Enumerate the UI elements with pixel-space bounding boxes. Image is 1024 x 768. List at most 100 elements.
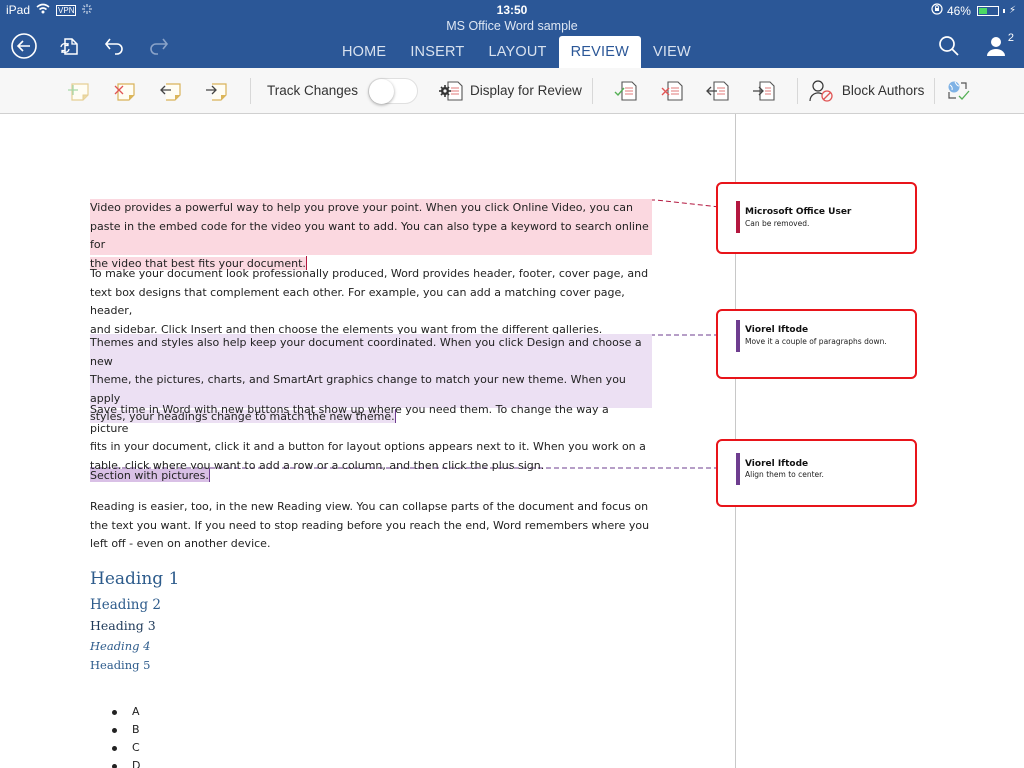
sync-button[interactable] xyxy=(55,32,83,60)
bullet-item[interactable]: B xyxy=(112,721,140,739)
status-right: 46% ⚡ xyxy=(931,3,1016,18)
paragraph-commented-3[interactable]: Section with pictures. xyxy=(90,467,650,486)
accept-change-icon xyxy=(614,80,637,101)
heading-4[interactable]: Heading 4 xyxy=(90,639,150,653)
title-bar: iPad VPN 13:50 46% ⚡ MS Office Word samp… xyxy=(0,0,1024,68)
block-authors-label: Block Authors xyxy=(841,83,925,98)
search-button[interactable] xyxy=(934,32,964,60)
battery-level xyxy=(978,7,988,14)
paragraph[interactable]: Reading is easier, too, in the new Readi… xyxy=(90,498,650,554)
paragraph-line: left off - even on another device. xyxy=(90,537,271,550)
comment-text: Align them to center. xyxy=(745,470,824,479)
clock: 13:50 xyxy=(496,3,528,17)
update-button[interactable] xyxy=(945,74,975,108)
tab-view[interactable]: VIEW xyxy=(641,36,703,68)
paragraph-line: Themes and styles also help keep your do… xyxy=(90,334,652,371)
display-for-review-label: Display for Review xyxy=(470,83,582,98)
delete-comment-button[interactable] xyxy=(102,74,148,108)
bullet-list: A B C D xyxy=(112,703,140,768)
delete-comment-icon xyxy=(114,82,135,101)
paragraph-line: text box designs that complement each ot… xyxy=(90,285,625,318)
comment-color-bar xyxy=(736,453,740,485)
reject-change-icon xyxy=(661,80,683,101)
document-canvas[interactable]: Video provides a powerful way to help yo… xyxy=(0,114,1024,768)
previous-change-button[interactable] xyxy=(695,74,741,108)
new-comment-button[interactable] xyxy=(56,74,102,108)
ribbon-separator xyxy=(250,77,251,104)
block-authors-icon xyxy=(809,79,833,102)
battery-icon xyxy=(976,5,999,16)
share-count: 2 xyxy=(1007,32,1014,44)
paragraph-line: Video provides a powerful way to help yo… xyxy=(90,199,652,218)
track-changes-label: Track Changes xyxy=(267,83,359,98)
display-for-review-icon xyxy=(439,80,463,101)
paragraph-line: paste in the embed code for the video yo… xyxy=(90,217,652,255)
toggle-knob xyxy=(369,78,395,104)
heading-3[interactable]: Heading 3 xyxy=(90,618,156,633)
paragraph-line: Reading is easier, too, in the new Readi… xyxy=(90,500,649,513)
ribbon-separator xyxy=(591,77,593,104)
bullet-item[interactable]: C xyxy=(112,739,140,757)
bullet-item[interactable]: D xyxy=(112,757,140,768)
undo-button[interactable] xyxy=(100,32,128,60)
heading-2[interactable]: Heading 2 xyxy=(90,597,161,613)
tab-review[interactable]: REVIEW xyxy=(558,36,641,68)
previous-change-icon xyxy=(705,80,729,101)
tab-home[interactable]: HOME xyxy=(330,36,398,68)
track-changes-toggle[interactable] xyxy=(368,77,419,104)
rotation-lock-icon xyxy=(931,3,943,18)
ribbon-separator xyxy=(934,77,936,104)
back-button[interactable] xyxy=(10,32,38,60)
comment-author: Viorel Iftode xyxy=(745,459,809,469)
comment-card-1[interactable]: Microsoft Office User Can be removed. xyxy=(716,182,917,254)
comment-color-bar xyxy=(736,201,740,233)
next-comment-icon xyxy=(206,82,227,101)
comment-card-2[interactable]: Viorel Iftode Move it a couple of paragr… xyxy=(716,309,917,379)
review-ribbon: Track Changes Display for Review Block A… xyxy=(0,68,1024,114)
document-title: MS Office Word sample xyxy=(446,19,578,33)
new-comment-icon xyxy=(68,82,89,101)
paragraph-line: the text you want. If you need to stop r… xyxy=(90,518,650,532)
update-globe-check-icon xyxy=(948,81,970,100)
paragraph[interactable]: To make your document look professionall… xyxy=(90,265,650,339)
previous-comment-icon xyxy=(160,82,181,101)
back-icon xyxy=(11,33,37,59)
battery-tip xyxy=(1002,8,1005,13)
bullet-item[interactable]: A xyxy=(112,703,140,721)
heading-5[interactable]: Heading 5 xyxy=(90,658,150,672)
next-change-icon xyxy=(752,80,775,101)
paragraph[interactable]: Save time in Word with new buttons that … xyxy=(90,401,650,475)
ribbon-separator xyxy=(796,77,798,104)
next-comment-button[interactable] xyxy=(194,74,240,108)
battery-percent: 46% xyxy=(946,3,971,18)
search-icon xyxy=(939,36,959,56)
paragraph-line: Save time in Word with new buttons that … xyxy=(90,403,609,435)
display-for-review-button[interactable]: Display for Review xyxy=(438,74,582,108)
comment-card-3[interactable]: Viorel Iftode Align them to center. xyxy=(716,439,917,507)
tab-layout[interactable]: LAYOUT xyxy=(476,36,558,68)
comment-author: Viorel Iftode xyxy=(745,325,809,335)
next-change-button[interactable] xyxy=(741,74,787,108)
previous-comment-button[interactable] xyxy=(148,74,194,108)
reject-change-button[interactable] xyxy=(649,74,695,108)
paragraph-line: Section with pictures. xyxy=(90,469,209,482)
share-people-icon xyxy=(987,37,1005,56)
comment-color-bar xyxy=(736,320,740,352)
comment-text: Move it a couple of paragraphs down. xyxy=(745,337,887,346)
ribbon-tabs: HOME INSERT LAYOUT REVIEW VIEW xyxy=(330,36,703,68)
paragraph-line: fits in your document, click it and a bu… xyxy=(90,440,646,453)
block-authors-button[interactable]: Block Authors xyxy=(808,74,925,108)
heading-1[interactable]: Heading 1 xyxy=(90,569,179,589)
accept-change-button[interactable] xyxy=(603,74,649,108)
paragraph-commented-1[interactable]: Video provides a powerful way to help yo… xyxy=(90,199,652,273)
comment-text: Can be removed. xyxy=(745,219,810,228)
paragraph-line: To make your document look professionall… xyxy=(90,267,649,280)
sync-icon xyxy=(60,38,78,55)
comment-anchor-end xyxy=(208,468,210,482)
share-button[interactable]: 2 xyxy=(982,32,1014,60)
tab-insert[interactable]: INSERT xyxy=(398,36,476,68)
comment-author: Microsoft Office User xyxy=(745,207,852,217)
undo-icon xyxy=(104,38,123,55)
redo-button[interactable] xyxy=(145,32,173,60)
redo-icon xyxy=(150,38,169,55)
